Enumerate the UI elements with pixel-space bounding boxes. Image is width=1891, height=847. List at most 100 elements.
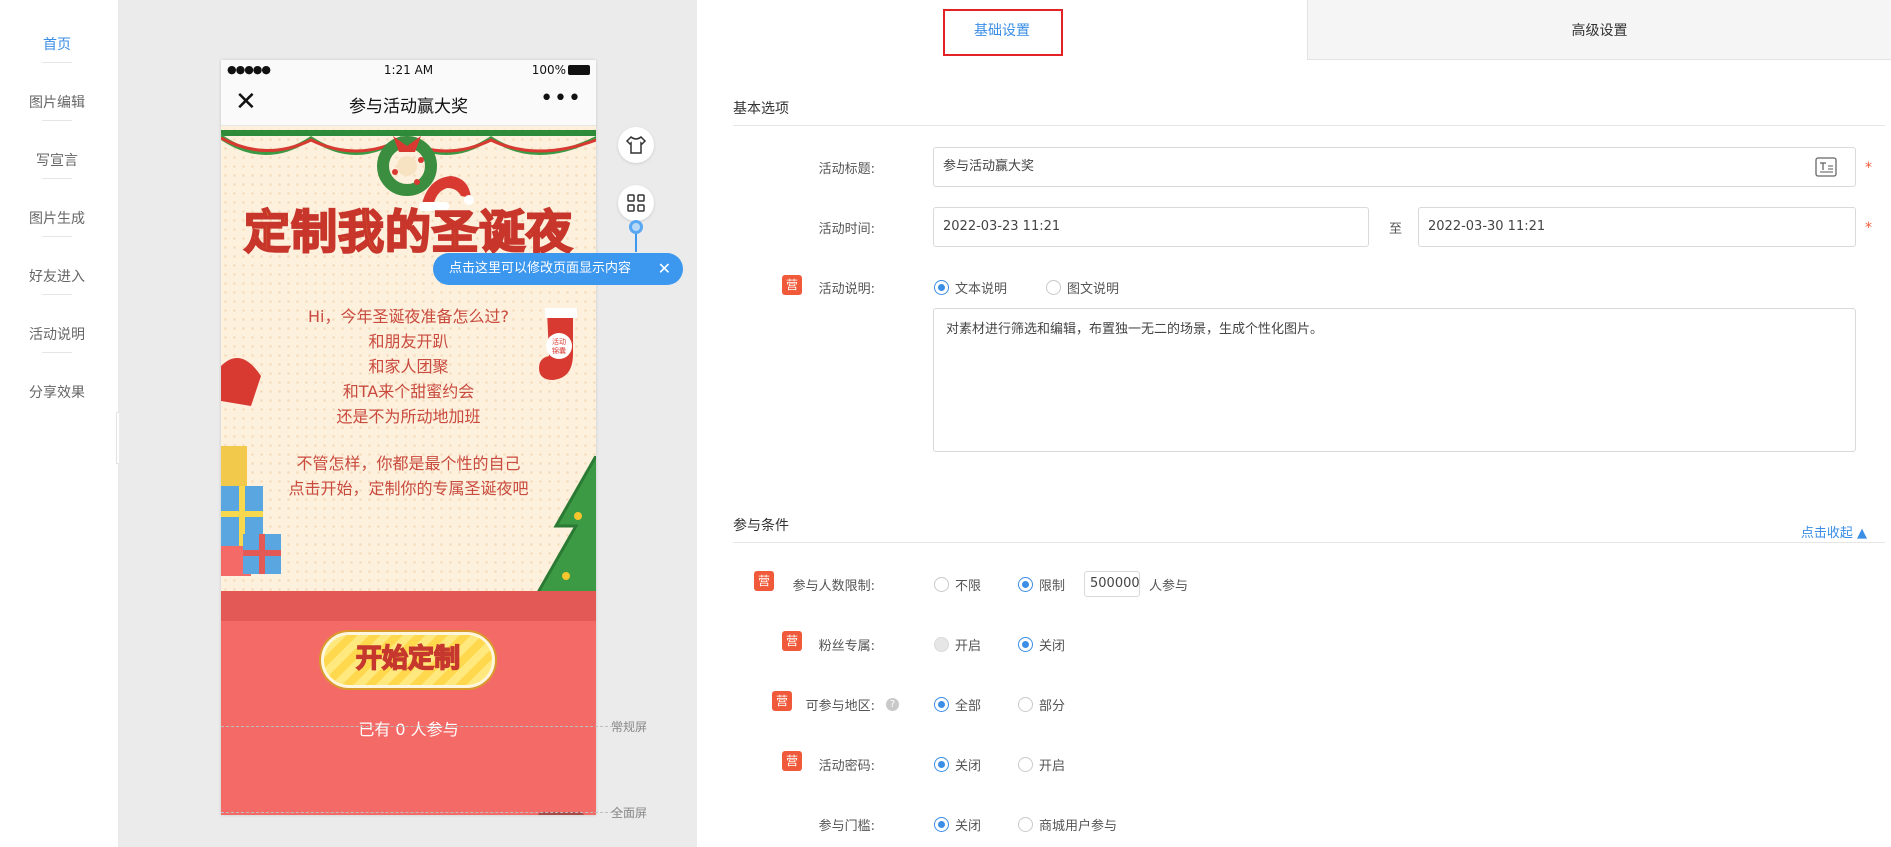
radio-selected xyxy=(934,697,949,712)
radio-selected xyxy=(934,817,949,832)
edit-hint-tooltip: 点击这里可以修改页面显示内容 ✕ xyxy=(433,253,683,285)
poem-block-2: 不管怎样，你都是最个性的自己 点击开始，定制你的专属圣诞夜吧 xyxy=(221,451,596,501)
required-mark: * xyxy=(1865,220,1872,236)
activity-password-label: 活动密码: xyxy=(818,759,875,774)
tooltip-text: 点击这里可以修改页面显示内容 xyxy=(449,261,632,276)
basic-options-title: 基本选项 xyxy=(733,101,789,117)
nav-separator xyxy=(42,178,72,179)
floor-stripe xyxy=(221,591,596,621)
activity-desc-textarea[interactable]: 对素材进行筛选和编辑，布置独一无二的场景，生成个性化图片。 xyxy=(933,308,1856,452)
password-off-option[interactable]: 关闭 xyxy=(934,755,981,774)
nav-item-manifesto[interactable]: 写宣言 xyxy=(0,150,114,170)
radio-selected xyxy=(1018,637,1033,652)
tab-advanced-settings[interactable]: 高级设置 xyxy=(1307,0,1891,60)
region-partial-option[interactable]: 部分 xyxy=(1018,695,1065,714)
radio-label: 商城用户参与 xyxy=(1039,819,1118,834)
fans-only-off-option[interactable]: 关闭 xyxy=(1018,635,1065,654)
left-nav: 首页 图片编辑 写宣言 图片生成 好友进入 活动说明 分享效果 xyxy=(0,0,119,847)
tooltip-dot xyxy=(629,220,643,234)
nav-item-friend-enter[interactable]: 好友进入 xyxy=(0,266,114,286)
start-time-input[interactable]: 2022-03-23 11:21 xyxy=(933,207,1369,247)
region-label: 可参与地区: xyxy=(805,699,875,714)
settings-tabs: 基础设置 高级设置 xyxy=(697,0,1891,60)
help-icon[interactable]: ? xyxy=(886,698,899,711)
region-all-option[interactable]: 全部 xyxy=(934,695,981,714)
battery-level: 100% xyxy=(531,63,566,77)
phone-preview: ●●●●● 1:21 AM 100% ✕ 参与活动赢大奖 ••• 定制我的圣诞夜… xyxy=(221,60,596,815)
section-divider xyxy=(733,125,1885,126)
radio-label: 开启 xyxy=(1039,759,1066,774)
poem-line: Hi，今年圣诞夜准备怎么过? xyxy=(308,307,509,326)
participant-unlimited-option[interactable]: 不限 xyxy=(934,575,981,594)
radio-selected xyxy=(934,757,949,772)
poem-line: 还是不为所动地加班 xyxy=(336,407,481,426)
normal-screen-label: 常规屏 xyxy=(611,720,648,734)
layout-tool-button[interactable] xyxy=(618,185,654,221)
close-icon[interactable]: ✕ xyxy=(658,253,671,285)
radio-unselected xyxy=(1046,280,1061,295)
full-screen-line xyxy=(221,812,623,813)
threshold-off-option[interactable]: 关闭 xyxy=(934,815,981,834)
radio-label: 限制 xyxy=(1039,579,1066,594)
nav-item-share-effect[interactable]: 分享效果 xyxy=(0,382,114,402)
fans-only-label: 粉丝专属: xyxy=(818,639,875,654)
radio-label: 部分 xyxy=(1039,699,1066,714)
radio-disabled xyxy=(934,637,949,652)
battery-icon xyxy=(568,65,590,75)
radio-selected xyxy=(1018,577,1033,592)
joined-count-text: 已有 0 人参与 xyxy=(358,720,459,739)
more-icon[interactable]: ••• xyxy=(540,86,582,111)
section-divider xyxy=(733,542,1885,543)
desc-option-text[interactable]: 文本说明 xyxy=(934,278,1007,297)
radio-label: 关闭 xyxy=(1039,639,1066,654)
radio-label: 关闭 xyxy=(955,819,982,834)
radio-selected xyxy=(934,280,949,295)
activity-title-label: 活动标题: xyxy=(818,162,875,177)
poem-block: Hi，今年圣诞夜准备怎么过? 和朋友开趴 和家人团聚 和TA来个甜蜜约会 还是不… xyxy=(221,304,596,429)
full-screen-label: 全面屏 xyxy=(611,806,648,820)
christmas-poster[interactable]: 定制我的圣诞夜 活动 锦囊 Hi，今年圣诞夜准备怎么过? 和朋友开趴 和家人团聚… xyxy=(221,126,596,815)
start-customize-button[interactable]: 开始定制 xyxy=(321,632,495,688)
collapse-section-link[interactable]: 点击收起 ▲ xyxy=(1801,522,1867,541)
fans-only-on-option[interactable]: 开启 xyxy=(934,635,981,654)
password-on-option[interactable]: 开启 xyxy=(1018,755,1065,774)
activity-time-label: 活动时间: xyxy=(818,222,875,237)
tab-highlight-box xyxy=(943,9,1063,56)
nav-item-activity-desc[interactable]: 活动说明 xyxy=(0,324,114,344)
poem-line: 和家人团聚 xyxy=(368,357,449,376)
required-mark: * xyxy=(1865,160,1872,176)
normal-screen-line xyxy=(221,726,623,727)
participant-limit-label: 参与人数限制: xyxy=(792,579,875,594)
nav-separator xyxy=(42,236,72,237)
radio-label: 开启 xyxy=(955,639,982,654)
activity-desc-text: 对素材进行筛选和编辑，布置独一无二的场景，生成个性化图片。 xyxy=(946,322,1324,337)
poem-line: 不管怎样，你都是最个性的自己 xyxy=(296,454,521,473)
activity-title-input[interactable]: 参与活动赢大奖 xyxy=(933,147,1856,187)
threshold-mall-user-option[interactable]: 商城用户参与 xyxy=(1018,815,1117,834)
nav-separator xyxy=(42,62,72,63)
nav-item-image-edit[interactable]: 图片编辑 xyxy=(0,92,114,112)
radio-label: 全部 xyxy=(955,699,982,714)
nav-item-home[interactable]: 首页 xyxy=(0,34,114,54)
radio-label: 图文说明 xyxy=(1067,282,1120,297)
participant-suffix: 人参与 xyxy=(1149,579,1189,594)
participant-limit-input[interactable]: 500000 xyxy=(1084,571,1140,597)
activity-desc-label: 活动说明: xyxy=(818,282,875,297)
radio-label: 关闭 xyxy=(955,759,982,774)
settings-panel: 基础设置 高级设置 基本选项 活动标题: 参与活动赢大奖 * 活动时间: 202… xyxy=(697,0,1891,847)
nav-separator xyxy=(42,352,72,353)
desc-option-image-text[interactable]: 图文说明 xyxy=(1046,278,1119,297)
participant-limited-option[interactable]: 限制 xyxy=(1018,575,1065,594)
text-editor-icon[interactable] xyxy=(1815,157,1837,177)
nav-separator xyxy=(42,120,72,121)
end-time-value: 2022-03-30 11:21 xyxy=(1428,219,1546,234)
end-time-input[interactable]: 2022-03-30 11:21 xyxy=(1418,207,1856,247)
nav-item-image-generate[interactable]: 图片生成 xyxy=(0,208,114,228)
theme-tool-button[interactable] xyxy=(618,127,654,163)
app-root: 首页 图片编辑 写宣言 图片生成 好友进入 活动说明 分享效果 « ●●●●● … xyxy=(0,0,1891,847)
radio-label: 文本说明 xyxy=(955,282,1008,297)
start-time-value: 2022-03-23 11:21 xyxy=(943,219,1061,234)
radio-unselected xyxy=(1018,697,1033,712)
activity-title-value: 参与活动赢大奖 xyxy=(943,159,1035,174)
time-separator: 至 xyxy=(1389,222,1403,237)
